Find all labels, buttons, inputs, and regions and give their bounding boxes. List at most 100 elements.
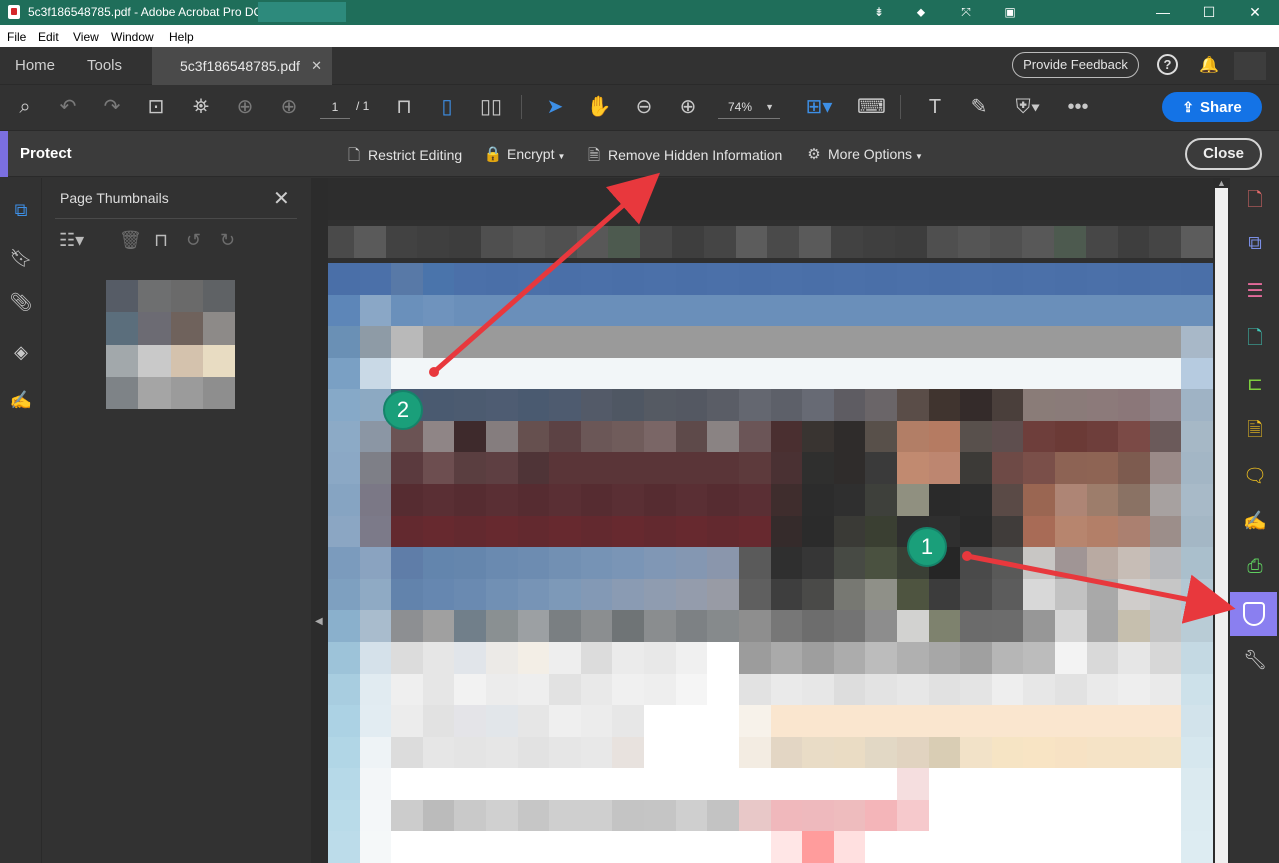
main-toolbar: ⌕ ↶ ↷ ⊡ ⛯ ⊕ ⊕ 1 / 1 ⊓ ▯ ▯▯ ➤ ✋ ⊖ ⊕ 74% ▼… [0, 85, 1279, 130]
page-thumbnail[interactable] [106, 280, 235, 409]
attachments-paperclip-icon[interactable]: 📎︎ [9, 290, 33, 314]
pin-icon[interactable]: ⬥ [913, 4, 929, 20]
tab-tools[interactable]: Tools [87, 47, 122, 85]
insert-page-icon[interactable]: ⊓ [154, 230, 168, 251]
step-badge-1: 1 [907, 527, 947, 567]
menu-file[interactable]: File [7, 30, 26, 44]
share-button[interactable]: ⇪ Share [1162, 92, 1262, 122]
share-icon: ⇪ [1182, 99, 1195, 115]
pixelated-page-content [328, 263, 1213, 863]
provide-feedback-button[interactable]: Provide Feedback [1012, 52, 1139, 78]
right-tools-rail: 🗋 ⧉ ☰ 🗋 ⊏ 🗎 🗨 ✍ ⎙ 🔧︎ [1230, 178, 1279, 863]
document-viewer[interactable] [328, 178, 1213, 863]
delete-page-icon[interactable]: 🗑︎ [119, 230, 142, 251]
compare-files-icon[interactable]: ⊏ [1242, 372, 1268, 398]
single-page-view-icon[interactable]: ▯ [435, 95, 459, 119]
minimize-button[interactable]: — [1140, 0, 1186, 25]
document-tab-label: 5c3f186548785.pdf [180, 58, 300, 74]
highlight-pen-icon[interactable]: ✎ [966, 95, 992, 119]
zoom-level-select[interactable]: 74% ▼ [718, 97, 780, 119]
vertical-scrollbar[interactable]: ▲ [1213, 178, 1230, 863]
restore-window-icon[interactable]: ▣ [1002, 4, 1018, 20]
close-window-button[interactable]: ✕ [1232, 0, 1278, 25]
add-text-icon[interactable]: T [922, 95, 948, 119]
undo-icon[interactable]: ↶ [55, 95, 81, 119]
fit-page-icon[interactable]: ⊓ [392, 95, 416, 119]
more-options-icon: ⚙ [807, 146, 821, 163]
rotate-left-icon[interactable]: ↺ [186, 230, 201, 251]
window-title: 5c3f186548785.pdf - Adobe Acrobat Pro DC [28, 5, 263, 19]
remove-hidden-info-icon: 🗎 [587, 147, 601, 164]
panel-divider [55, 218, 297, 219]
menu-view[interactable]: View [73, 30, 99, 44]
zoom-in-icon[interactable]: ⊕ [675, 95, 701, 119]
stamp-icon[interactable]: ⛨▾ [1010, 95, 1046, 119]
more-options-button[interactable]: ⚙ More Options ▼ [804, 145, 923, 163]
page-thumbnails-icon[interactable]: ⧉ [9, 198, 33, 222]
more-tools-wrench-icon[interactable]: 🔧︎ [1242, 648, 1268, 674]
print-production-icon[interactable]: ⎙ [1242, 554, 1268, 580]
remove-hidden-information-button[interactable]: 🗎 Remove Hidden Information [584, 145, 782, 170]
collapse-panel-icon[interactable]: ◀ [315, 616, 323, 627]
signatures-pen-icon[interactable]: ✍ [9, 388, 33, 412]
export-pdf-icon[interactable]: 🗋 [1242, 326, 1268, 352]
help-icon[interactable]: ? [1157, 54, 1178, 75]
create-pdf-icon[interactable]: 🗋 [1242, 188, 1268, 214]
organize-pages-icon[interactable]: ☰ [1242, 279, 1268, 305]
snapshot-icon[interactable]: ⊡ [143, 95, 169, 119]
find-binoculars-icon[interactable]: ⛯ [188, 95, 214, 119]
redo-icon[interactable]: ↷ [99, 95, 125, 119]
pixelated-banner [328, 226, 1213, 258]
comment-icon[interactable]: 🗨 [1242, 464, 1268, 490]
rotate-right-icon[interactable]: ↻ [220, 230, 235, 251]
panel-splitter[interactable]: ◀ [311, 178, 328, 863]
fill-sign-icon[interactable]: ✍ [1242, 509, 1268, 535]
thumbnail-options-icon[interactable]: ☷▾ [59, 230, 84, 251]
scroll-up-icon[interactable]: ▲ [1217, 178, 1226, 188]
remove-hidden-label: Remove Hidden Information [608, 147, 783, 163]
document-header-region [328, 178, 1213, 220]
step-badge-2: 2 [383, 390, 423, 430]
two-page-view-icon[interactable]: ▯▯ [478, 95, 504, 119]
avatar[interactable] [1234, 52, 1266, 80]
more-tools-icon[interactable]: ••• [1064, 95, 1092, 119]
edit-pdf-icon[interactable]: 🗎 [1242, 418, 1268, 444]
search-icon[interactable]: ⌕ [12, 95, 38, 119]
menu-help[interactable]: Help [169, 30, 194, 44]
lock-icon: 🔒 [483, 146, 503, 163]
menu-window[interactable]: Window [111, 30, 154, 44]
menu-edit[interactable]: Edit [38, 30, 59, 44]
encrypt-button[interactable]: 🔒 Encrypt ▼ [483, 145, 566, 163]
previous-page-icon[interactable]: ⊕ [232, 95, 258, 119]
notifications-bell-icon[interactable]: 🔔 [1199, 55, 1219, 75]
page-display-icon[interactable]: ⊞▾ [802, 95, 836, 119]
layers-icon[interactable]: ◈ [9, 340, 33, 364]
tab-home[interactable]: Home [15, 47, 55, 85]
close-tab-icon[interactable]: ✕ [311, 47, 322, 85]
protect-title: Protect [20, 145, 72, 162]
title-redacted-block [258, 2, 346, 22]
acrobat-app-icon [8, 5, 20, 19]
scroll-mode-icon[interactable]: ⌨ [857, 95, 886, 119]
tab-document[interactable]: 5c3f186548785.pdf ✕ [152, 47, 332, 85]
collapse-icon[interactable]: ⇟ [871, 4, 887, 20]
protect-tool-button[interactable] [1230, 592, 1277, 636]
select-cursor-icon[interactable]: ➤ [543, 95, 567, 119]
next-page-icon[interactable]: ⊕ [276, 95, 302, 119]
page-number-input[interactable]: 1 [320, 97, 350, 119]
close-panel-icon[interactable]: ✕ [273, 186, 290, 211]
more-options-label: More Options [828, 146, 913, 162]
bookmarks-icon[interactable]: 🔖︎ [9, 246, 33, 270]
scrollbar-track[interactable] [1215, 188, 1228, 863]
page-thumbnails-panel: Page Thumbnails ✕ ☷▾ 🗑︎ ⊓ ↺ ↻ [43, 178, 311, 863]
chevron-down-icon: ▼ [765, 102, 774, 112]
zoom-out-icon[interactable]: ⊖ [631, 95, 657, 119]
maximize-button[interactable]: ☐ [1186, 0, 1232, 25]
lock-document-icon: 🗋 [347, 147, 361, 164]
chevron-down-icon: ▼ [557, 152, 566, 161]
restrict-editing-button[interactable]: 🗋 Restrict Editing [344, 145, 462, 170]
close-protect-button[interactable]: Close [1185, 138, 1262, 170]
combine-files-icon[interactable]: ⧉ [1242, 231, 1268, 257]
hand-tool-icon[interactable]: ✋ [586, 95, 612, 119]
expand-icon[interactable]: ⤧ [958, 4, 974, 20]
